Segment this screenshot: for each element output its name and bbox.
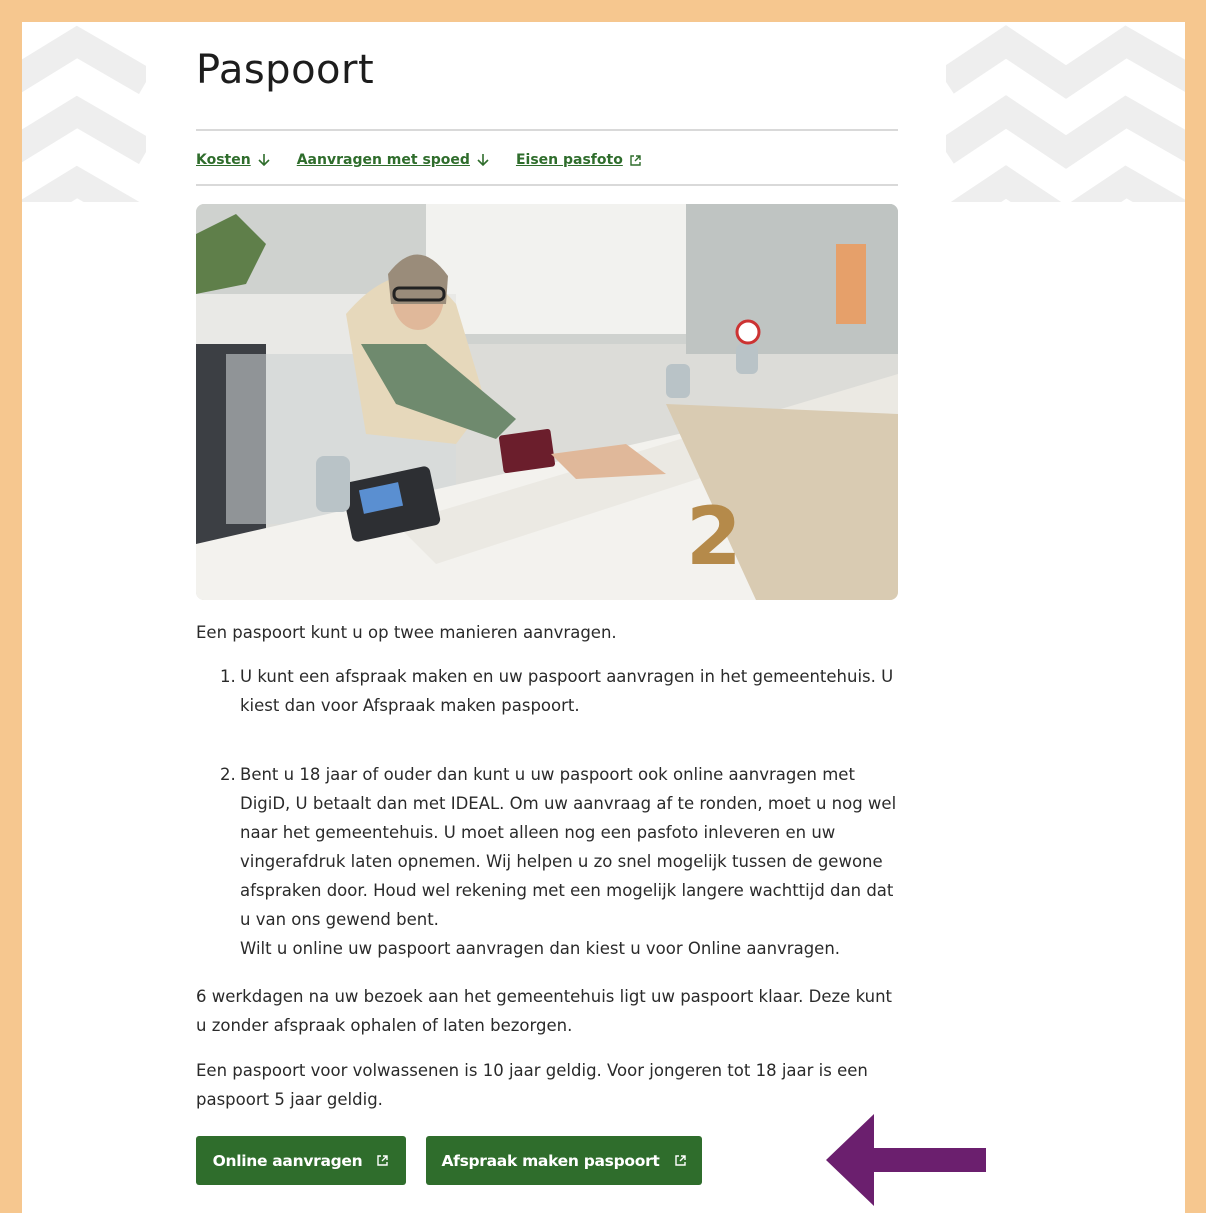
- afspraak-maken-button[interactable]: Afspraak maken paspoort: [426, 1136, 702, 1185]
- button-label: Afspraak maken paspoort: [441, 1151, 660, 1170]
- anchor-links: Kosten Aanvragen met spoed Eisen pasfoto: [196, 148, 668, 172]
- list-number: 1.: [220, 667, 236, 686]
- hero-photo-passport-counter: 2: [196, 204, 898, 600]
- svg-text:2: 2: [686, 490, 742, 583]
- divider-bottom: [196, 184, 898, 186]
- arrow-down-icon: [258, 154, 270, 167]
- chevron-pattern-right: [946, 25, 1185, 202]
- arrow-down-icon: [477, 154, 489, 167]
- list-item-extra: Wilt u online uw paspoort aanvragen dan …: [240, 939, 841, 958]
- list-item-body: Bent u 18 jaar of ouder dan kunt u uw pa…: [240, 760, 902, 963]
- page-title: Paspoort: [196, 47, 375, 93]
- external-link-icon: [630, 154, 641, 166]
- anchor-label: Kosten: [196, 152, 251, 168]
- annotation-arrow-icon: [826, 1114, 986, 1206]
- chevron-pattern-left: [22, 25, 146, 202]
- divider-top: [196, 129, 898, 131]
- content-frame: Paspoort Kosten Aanvragen met spoed Eise…: [22, 22, 1185, 1213]
- list-item-text: Bent u 18 jaar of ouder dan kunt u uw pa…: [240, 765, 897, 929]
- external-link-icon: [674, 1155, 686, 1166]
- button-label: Online aanvragen: [212, 1151, 363, 1170]
- anchor-label: Eisen pasfoto: [515, 152, 623, 168]
- external-link-icon: [377, 1155, 389, 1166]
- main-content: Paspoort Kosten Aanvragen met spoed Eise…: [146, 22, 986, 1213]
- list-number: 2.: [220, 765, 236, 784]
- list-item-text: U kunt een afspraak maken en uw paspoort…: [240, 667, 894, 715]
- anchor-link-pasfoto[interactable]: Eisen pasfoto: [516, 152, 642, 168]
- pickup-text: 6 werkdagen na uw bezoek aan het gemeent…: [196, 987, 893, 1035]
- online-aanvragen-button[interactable]: Online aanvragen: [196, 1136, 406, 1185]
- anchor-link-spoed[interactable]: Aanvragen met spoed: [297, 152, 490, 168]
- anchor-link-kosten[interactable]: Kosten: [196, 152, 271, 168]
- intro-text: Een paspoort kunt u op twee manieren aan…: [196, 623, 617, 642]
- anchor-label: Aanvragen met spoed: [296, 152, 470, 168]
- validity-text: Een paspoort voor volwassenen is 10 jaar…: [196, 1061, 868, 1109]
